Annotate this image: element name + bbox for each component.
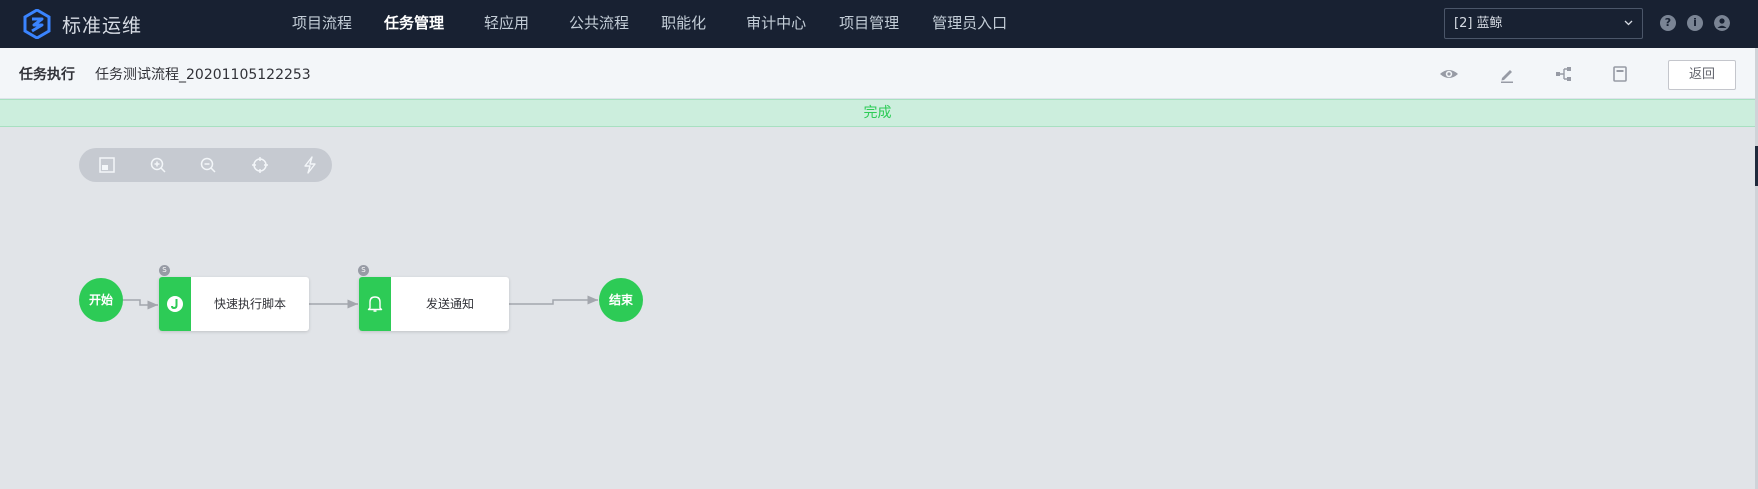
bell-icon: [367, 296, 383, 312]
task2-icon-block: [359, 277, 391, 331]
job-icon: [167, 296, 183, 312]
task1-label: 快速执行脚本: [213, 297, 286, 311]
task1-status-badge: S: [159, 265, 170, 276]
connection-task2-to-end: [509, 295, 598, 305]
task1-icon-block: [159, 277, 191, 331]
task2-label: 发送通知: [425, 297, 474, 311]
start-node[interactable]: 开始: [79, 278, 123, 322]
task2-status-badge: S: [358, 265, 369, 276]
flow-connections: [123, 295, 598, 310]
task-node-quick-script[interactable]: 快速执行脚本: [159, 277, 309, 331]
task-node-send-notification[interactable]: 发送通知: [359, 277, 509, 331]
end-node[interactable]: 结束: [599, 278, 643, 322]
connection-start-to-task1: [123, 299, 158, 310]
